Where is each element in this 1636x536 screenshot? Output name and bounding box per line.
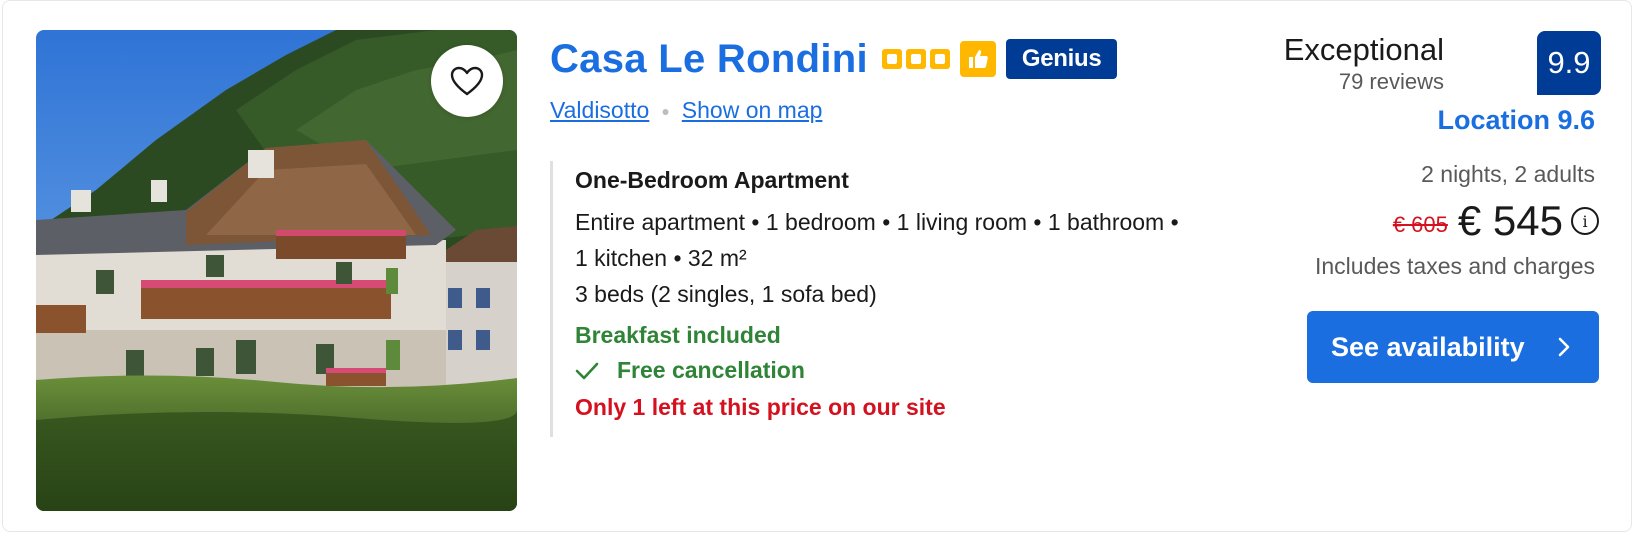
star-icon: [905, 49, 926, 69]
review-summary[interactable]: Exceptional 79 reviews: [1284, 31, 1444, 95]
room-desc-line-2: 1 kitchen • 32 m²: [575, 245, 747, 271]
separator-dot: ●: [661, 102, 670, 119]
city-link[interactable]: Valdisotto: [550, 97, 649, 124]
property-card: Casa Le Rondini Genius Valdisotto ● Show…: [2, 0, 1632, 532]
thumbs-up-icon[interactable]: [959, 41, 996, 77]
checkmark-icon: [575, 362, 599, 379]
taxes-note: Includes taxes and charges: [1314, 253, 1595, 279]
room-beds: 3 beds (2 singles, 1 sofa bed): [575, 281, 877, 307]
current-price: € 545: [1457, 197, 1563, 244]
genius-badge[interactable]: Genius: [1005, 39, 1118, 79]
heart-icon: [450, 66, 484, 96]
stay-summary: 2 nights, 2 adults: [1421, 161, 1595, 187]
star-icon: [881, 49, 902, 69]
favorite-button[interactable]: [431, 45, 503, 117]
room-desc-line-1: Entire apartment • 1 bedroom • 1 living …: [575, 209, 1179, 235]
room-name: One-Bedroom Apartment: [575, 167, 849, 193]
star-rating: [881, 49, 950, 69]
scarcity-message: Only 1 left at this price on our site: [575, 394, 946, 420]
see-availability-label: See availability: [1331, 331, 1525, 362]
price-row: € 605 € 545 i: [1393, 197, 1599, 245]
review-count: 79 reviews: [1338, 69, 1444, 94]
free-cancellation-label: Free cancellation: [617, 357, 805, 383]
review-score-badge[interactable]: 9.9: [1537, 31, 1601, 95]
location-row: Valdisotto ● Show on map: [550, 97, 822, 124]
breakfast-label: Breakfast included: [575, 322, 781, 348]
title-row: Casa Le Rondini Genius: [550, 31, 1118, 87]
see-availability-button[interactable]: See availability: [1307, 311, 1599, 383]
free-cancellation: Free cancellation: [575, 357, 1250, 384]
star-icon: [929, 49, 950, 69]
original-price: € 605: [1392, 212, 1448, 237]
location-score[interactable]: Location 9.6: [1437, 105, 1595, 136]
info-icon[interactable]: i: [1571, 207, 1599, 235]
room-description: Entire apartment • 1 bedroom • 1 living …: [575, 204, 1250, 312]
chevron-right-icon: [1558, 337, 1570, 357]
show-on-map-link[interactable]: Show on map: [682, 97, 823, 124]
room-details: One-Bedroom Apartment Entire apartment •…: [550, 161, 1250, 437]
property-name[interactable]: Casa Le Rondini: [550, 37, 868, 82]
review-word: Exceptional: [1283, 32, 1444, 67]
